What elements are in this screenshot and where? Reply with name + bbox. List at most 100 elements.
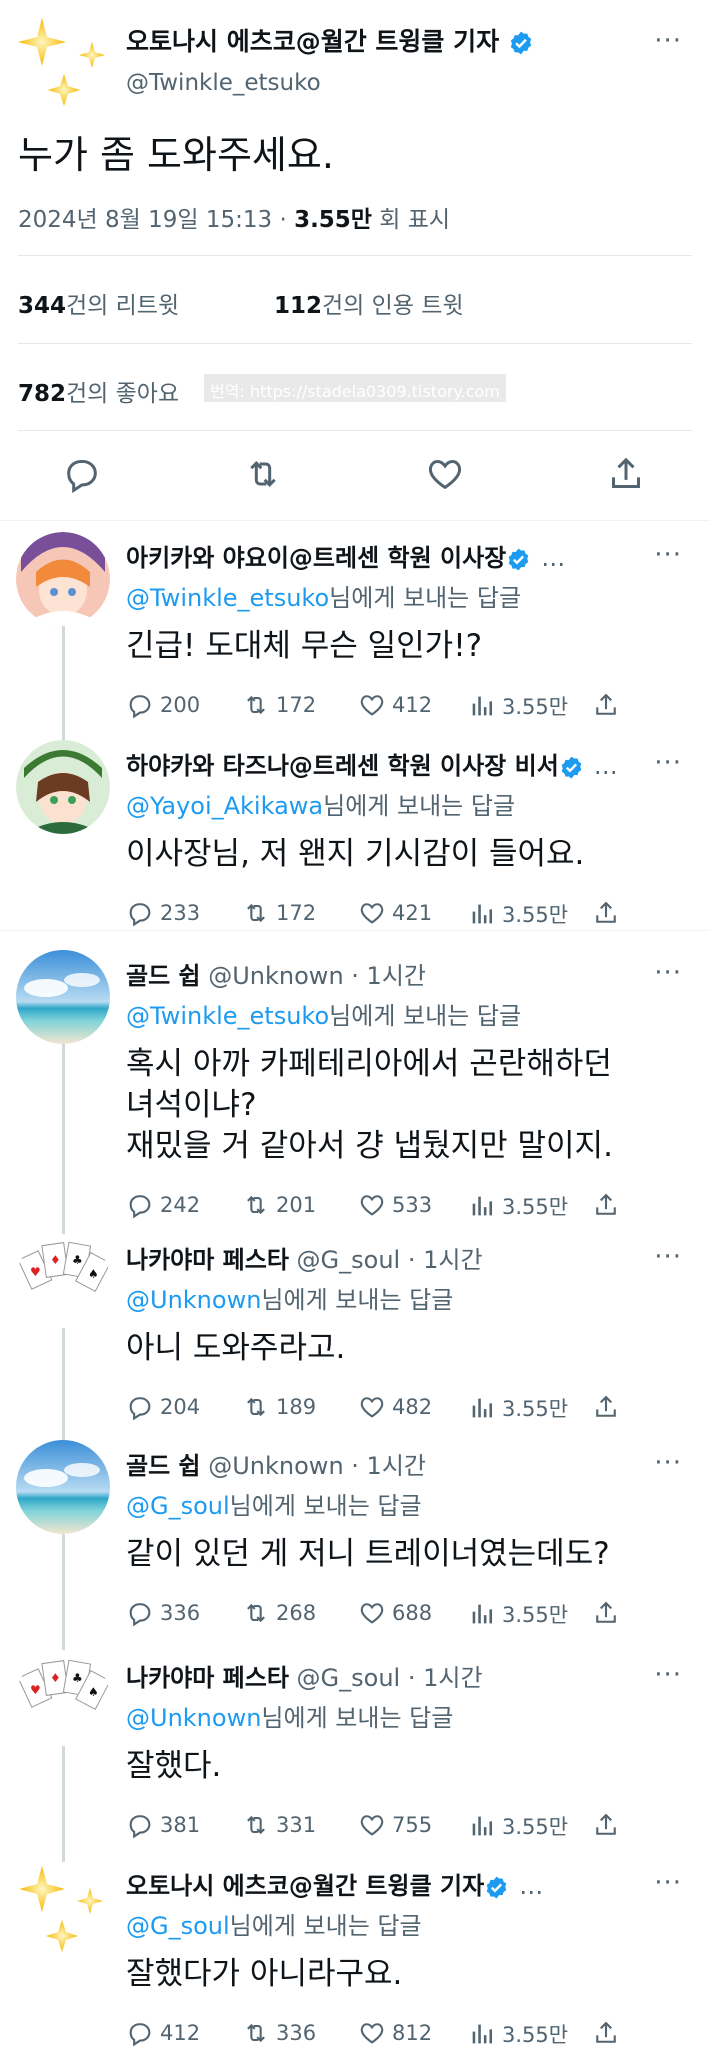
views-button[interactable]: 3.55만 — [468, 691, 568, 721]
avatar[interactable]: ♥ ♦ ♣ ♠ — [16, 1652, 110, 1746]
reply-icon — [129, 2023, 151, 2047]
share-button[interactable] — [592, 691, 626, 719]
reply-author-handle[interactable]: @G_soul — [289, 1246, 401, 1274]
more-icon[interactable]: ··· — [654, 1870, 682, 1896]
reply-button[interactable]: 204 — [126, 1393, 200, 1421]
replying-to-handle[interactable]: @G_soul — [126, 1912, 230, 1940]
reply-time[interactable]: · 1시간 — [344, 962, 426, 990]
reply-button[interactable]: 233 — [126, 899, 200, 927]
share-button[interactable] — [606, 454, 646, 494]
retweet-icon — [247, 1815, 265, 1835]
retweet-button[interactable]: 189 — [242, 1393, 316, 1421]
like-count: 421 — [392, 901, 433, 925]
verified-icon — [508, 548, 529, 570]
retweets-stat[interactable]: 344건의 리트윗 — [18, 286, 179, 320]
more-icon[interactable]: ··· — [654, 1662, 682, 1688]
reply-button[interactable]: 242 — [126, 1191, 200, 1219]
replying-to: @Unknown님에게 보내는 답글 — [126, 1698, 453, 1733]
like-button[interactable]: 755 — [358, 1811, 432, 1839]
reply-author-handle[interactable]: @G_soul — [289, 1664, 401, 1692]
retweet-icon — [247, 2023, 265, 2043]
reply-author-name[interactable]: 아키카와 야요이@트레센 학원 이사장 — [126, 544, 506, 572]
avatar[interactable] — [16, 1860, 110, 1954]
avatar[interactable] — [16, 950, 110, 1044]
retweet-button[interactable]: 172 — [242, 691, 316, 719]
retweet-button[interactable]: 331 — [242, 1811, 316, 1839]
likes-label: 건의 좋아요 — [66, 381, 180, 407]
avatar[interactable] — [16, 740, 110, 834]
share-button[interactable] — [592, 1599, 626, 1627]
share-button[interactable] — [592, 1191, 626, 1219]
reply-text-line: 잘했다가 아니라구요. — [126, 1956, 403, 1992]
like-button[interactable]: 482 — [358, 1393, 432, 1421]
replying-to-handle[interactable]: @Twinkle_etsuko — [126, 1002, 329, 1030]
share-button[interactable] — [592, 1811, 626, 1839]
avatar[interactable] — [16, 532, 110, 626]
avatar[interactable]: ♥ ♦ ♣ ♠ — [16, 1234, 110, 1328]
replying-to-handle[interactable]: @Twinkle_etsuko — [126, 584, 329, 612]
avatar[interactable] — [16, 1440, 110, 1534]
views-count: 3.55만 — [502, 903, 569, 927]
views-count: 3.55만 — [502, 695, 569, 719]
share-button[interactable] — [592, 1393, 626, 1421]
views-icon — [472, 2024, 493, 2044]
reply-button[interactable]: 381 — [126, 1811, 200, 1839]
replying-to-handle[interactable]: @G_soul — [126, 1492, 230, 1520]
share-button[interactable] — [592, 899, 626, 927]
like-button[interactable]: 412 — [358, 691, 432, 719]
more-icon[interactable]: ··· — [654, 960, 682, 986]
share-button[interactable] — [592, 2019, 626, 2047]
main-avatar[interactable] — [14, 12, 114, 112]
quotes-stat[interactable]: 112건의 인용 트윗 — [274, 286, 464, 320]
author-name[interactable]: 오토나시 에츠코@월간 트윙클 기자 — [126, 22, 534, 58]
views-button[interactable]: 3.55만 — [468, 1811, 568, 1841]
reply-text-line: 아니 도와주라고. — [126, 1330, 346, 1366]
thread-line — [62, 626, 65, 740]
views-button[interactable]: 3.55만 — [468, 899, 568, 929]
more-icon[interactable]: ··· — [654, 28, 682, 54]
replying-to-handle[interactable]: @Unknown — [126, 1704, 261, 1732]
like-button[interactable]: 533 — [358, 1191, 432, 1219]
like-button[interactable]: 421 — [358, 899, 432, 927]
retweet-icon — [247, 1397, 265, 1417]
more-icon[interactable]: ··· — [654, 1244, 682, 1270]
tweet-time[interactable]: 2024년 8월 19일 15:13 · — [18, 207, 294, 233]
retweet-button[interactable]: 336 — [242, 2019, 316, 2047]
reply-button[interactable] — [62, 454, 102, 494]
reply-author-name[interactable]: 나카야마 페스타 — [126, 1664, 289, 1692]
views-button[interactable]: 3.55만 — [468, 1191, 568, 1221]
reply-button[interactable]: 412 — [126, 2019, 200, 2047]
retweet-button[interactable]: 268 — [242, 1599, 316, 1627]
reply-time[interactable]: · 1시간 — [400, 1246, 483, 1274]
verified-icon — [486, 1876, 507, 1898]
views-button[interactable]: 3.55만 — [468, 2019, 568, 2049]
reply-time[interactable]: · 1시간 — [400, 1664, 483, 1692]
reply-author-name[interactable]: 하야카와 타즈나@트레센 학원 이사장 비서 — [126, 752, 559, 780]
reply-author-handle[interactable]: @Unknown — [201, 962, 343, 990]
likes-stat[interactable]: 782건의 좋아요 — [18, 374, 179, 408]
more-icon[interactable]: ··· — [654, 1450, 682, 1476]
reply-time[interactable]: · 1시간 — [344, 1452, 426, 1480]
reply-author-name[interactable]: 골드 쉽 — [126, 1452, 201, 1480]
reply-author-handle[interactable]: @Unknown — [201, 1452, 343, 1480]
like-button[interactable] — [425, 454, 465, 494]
replying-to-handle[interactable]: @Unknown — [126, 1286, 261, 1314]
like-count: 533 — [392, 1193, 433, 1217]
more-icon[interactable]: ··· — [654, 750, 682, 776]
author-handle[interactable]: @Twinkle_etsuko — [126, 70, 321, 96]
views-button[interactable]: 3.55만 — [468, 1393, 568, 1423]
replying-to-handle[interactable]: @Yayoi_Akikawa — [126, 792, 323, 820]
reply-button[interactable]: 200 — [126, 691, 200, 719]
retweet-button[interactable]: 172 — [242, 899, 316, 927]
like-button[interactable]: 812 — [358, 2019, 432, 2047]
reply-button[interactable]: 336 — [126, 1599, 200, 1627]
reply-author-name[interactable]: 나카야마 페스타 — [126, 1246, 289, 1274]
reply-author-name[interactable]: 오토나시 에츠코@월간 트윙클 기자 — [126, 1872, 484, 1900]
like-button[interactable]: 688 — [358, 1599, 432, 1627]
retweet-button[interactable]: 201 — [242, 1191, 316, 1219]
reply-author-name[interactable]: 골드 쉽 — [126, 962, 201, 990]
share-icon — [596, 2021, 616, 2043]
retweet-button[interactable] — [243, 454, 283, 494]
more-icon[interactable]: ··· — [654, 542, 682, 568]
views-button[interactable]: 3.55만 — [468, 1599, 568, 1629]
